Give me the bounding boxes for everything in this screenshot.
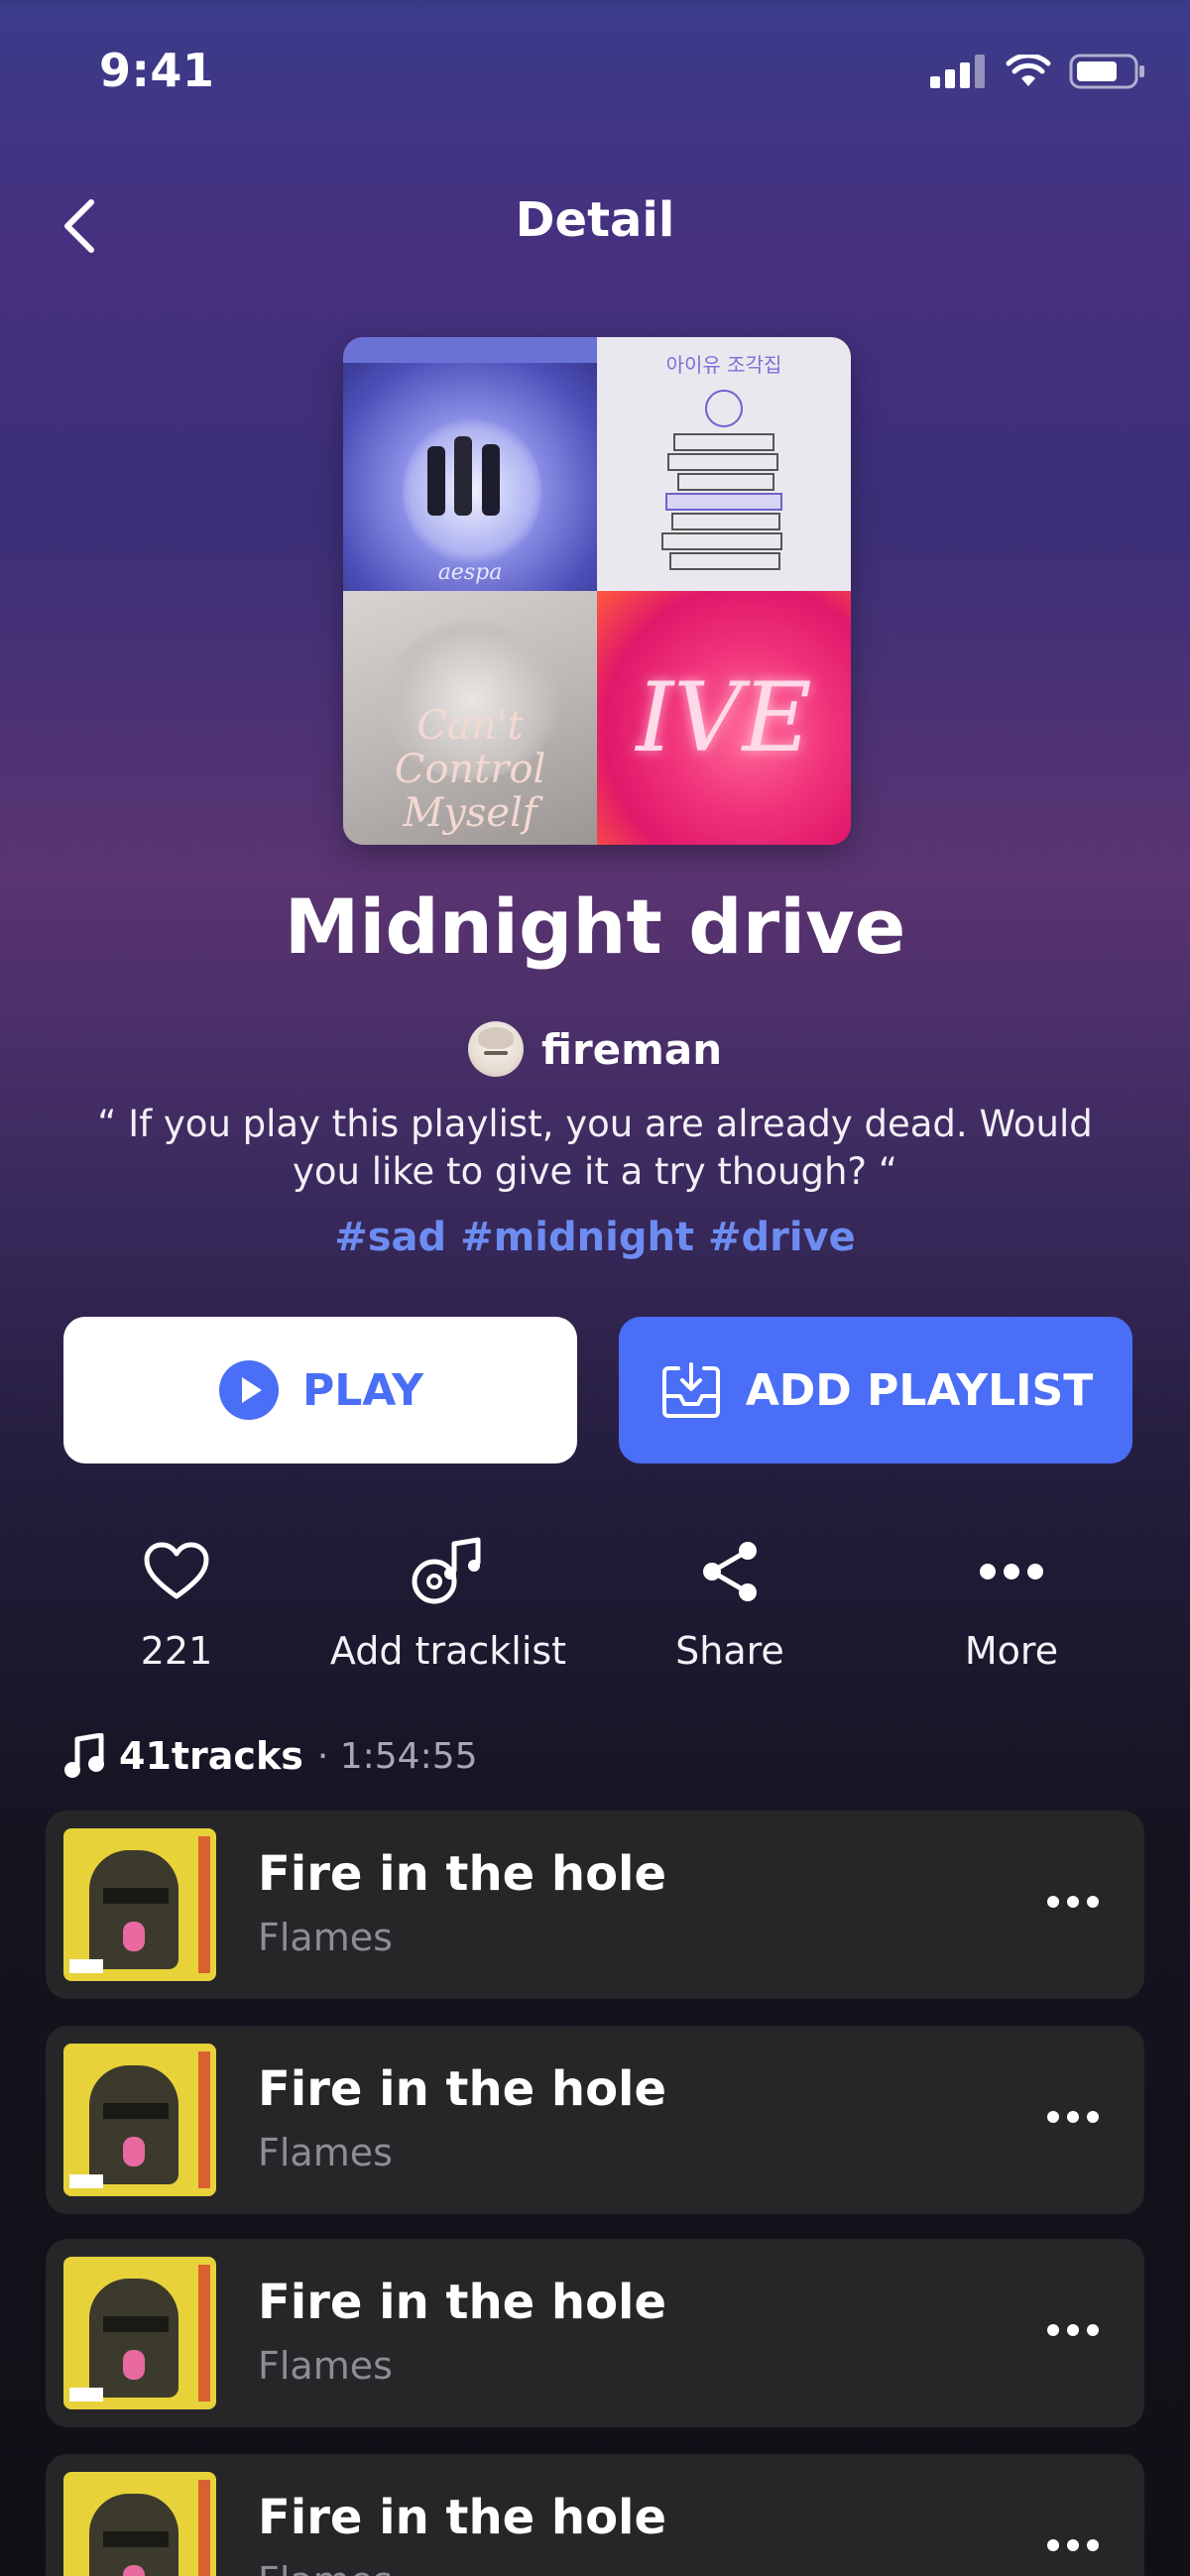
play-button[interactable]: PLAY xyxy=(63,1317,577,1464)
share-action[interactable]: Share xyxy=(601,1532,859,1673)
track-row[interactable]: Fire in the hole Flames xyxy=(46,2026,1144,2214)
navigation-bar: Detail xyxy=(0,178,1190,268)
track-title: Fire in the hole xyxy=(258,1846,667,1902)
play-button-label: PLAY xyxy=(302,1364,423,1416)
track-title: Fire in the hole xyxy=(258,2061,667,2117)
playlist-name: Midnight drive xyxy=(284,882,906,971)
add-playlist-button-label: ADD PLAYLIST xyxy=(745,1364,1094,1416)
tracklist-icon xyxy=(412,1537,481,1604)
more-action[interactable]: More xyxy=(883,1532,1140,1673)
cover-tile-1-text: aespa xyxy=(437,560,503,585)
cover-tile-3-text: Can't Control Myself xyxy=(394,703,546,836)
album-art xyxy=(63,1828,216,1981)
track-count: 41tracks xyxy=(119,1734,303,1778)
like-action[interactable]: 221 xyxy=(48,1532,305,1673)
track-artist: Flames xyxy=(258,2344,393,2388)
music-note-icon xyxy=(64,1733,104,1778)
share-icon xyxy=(703,1542,757,1601)
book-stack-illustration xyxy=(661,390,782,570)
more-icon xyxy=(980,1564,1043,1580)
like-count: 221 xyxy=(140,1629,213,1673)
more-options-icon[interactable] xyxy=(1043,2097,1103,2137)
wifi-icon xyxy=(1006,55,1051,86)
page-title: Detail xyxy=(515,192,675,248)
play-circle-icon xyxy=(219,1360,279,1420)
track-title: Fire in the hole xyxy=(258,2490,667,2545)
track-row[interactable]: Fire in the hole Flames xyxy=(46,2454,1144,2576)
playlist-description: “ If you play this playlist, you are alr… xyxy=(97,1103,1093,1193)
heart-icon xyxy=(144,1542,209,1599)
more-options-icon[interactable] xyxy=(1043,2525,1103,2565)
add-playlist-button[interactable]: ADD PLAYLIST xyxy=(619,1317,1132,1464)
status-time: 9:41 xyxy=(99,44,215,97)
share-label: Share xyxy=(675,1629,784,1673)
status-bar: 9:41 xyxy=(0,0,1190,149)
track-row[interactable]: Fire in the hole Flames xyxy=(46,1811,1144,1999)
more-options-icon[interactable] xyxy=(1043,1882,1103,1922)
total-duration: · 1:54:55 xyxy=(316,1735,478,1777)
track-artist: Flames xyxy=(258,1916,393,1959)
playlist-cover: aespa 아이유 조각집 Can't Control Myself IVE xyxy=(343,337,851,845)
track-title: Fire in the hole xyxy=(258,2275,667,2330)
battery-icon xyxy=(1069,54,1144,89)
cover-tile-control: Can't Control Myself xyxy=(343,591,597,845)
owner-row[interactable]: fireman xyxy=(0,1021,1190,1077)
add-tracklist-label: Add tracklist xyxy=(329,1629,567,1673)
album-art xyxy=(63,2472,216,2576)
cover-tile-iu: 아이유 조각집 xyxy=(597,337,851,591)
tracks-header: 41tracks · 1:54:55 xyxy=(63,1733,478,1779)
track-artist: Flames xyxy=(258,2131,393,2174)
more-options-icon[interactable] xyxy=(1043,2310,1103,2350)
cover-tile-ive: IVE xyxy=(597,591,851,845)
download-tray-icon xyxy=(661,1362,720,1418)
playlist-tags[interactable]: #sad #midnight #drive xyxy=(0,1215,1190,1260)
album-art xyxy=(63,2257,216,2409)
more-label: More xyxy=(964,1629,1059,1673)
action-row: 221 Add tracklist Share More xyxy=(0,1532,1190,1681)
add-tracklist-action[interactable]: Add tracklist xyxy=(319,1532,577,1673)
track-artist: Flames xyxy=(258,2559,393,2576)
avatar xyxy=(467,1021,524,1077)
cover-tile-4-text: IVE xyxy=(636,662,812,773)
owner-name: fireman xyxy=(540,1024,723,1074)
cover-tile-aespa: aespa xyxy=(343,337,597,591)
album-art xyxy=(63,2044,216,2196)
track-row[interactable]: Fire in the hole Flames xyxy=(46,2239,1144,2427)
cellular-signal-icon xyxy=(930,55,985,88)
status-icons xyxy=(930,54,1146,89)
